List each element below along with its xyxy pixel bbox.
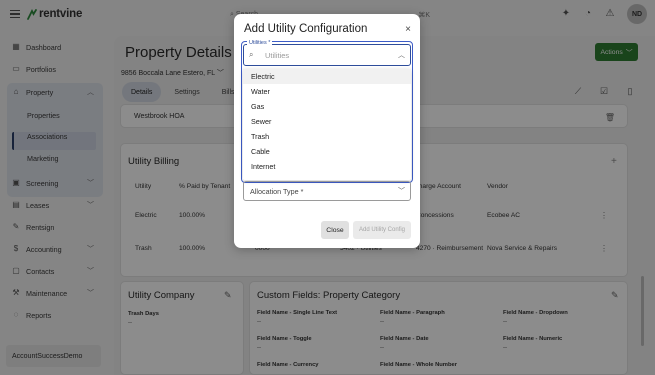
utilities-dropdown: Electric Water Gas Sewer Trash Cable Int… [243,69,411,180]
option-gas[interactable]: Gas [243,99,411,114]
option-cable[interactable]: Cable [243,144,411,159]
chevron-up-icon: ︿ [398,52,405,59]
add-utility-config-button[interactable]: Add Utility Config [353,221,411,239]
add-utility-config-dialog: Add Utility Configuration × ⌕ Utilities … [234,14,420,248]
close-icon[interactable]: × [405,24,411,35]
option-sewer[interactable]: Sewer [243,114,411,129]
option-internet[interactable]: Internet [243,159,411,174]
close-button[interactable]: Close [321,221,349,239]
utilities-label: Utilities * [247,40,273,46]
search-icon: ⌕ [249,50,254,59]
utilities-select[interactable]: ⌕ Utilities ︿ [243,44,411,66]
dialog-title: Add Utility Configuration [244,23,368,35]
chevron-down-icon: ﹀ [398,188,405,195]
option-trash[interactable]: Trash [243,129,411,144]
option-water[interactable]: Water [243,84,411,99]
allocation-placeholder: Allocation Type * [250,187,304,196]
allocation-type-select[interactable]: Allocation Type * ﹀ [243,181,411,201]
option-electric[interactable]: Electric [243,69,411,84]
utilities-placeholder: Utilities [265,51,290,60]
